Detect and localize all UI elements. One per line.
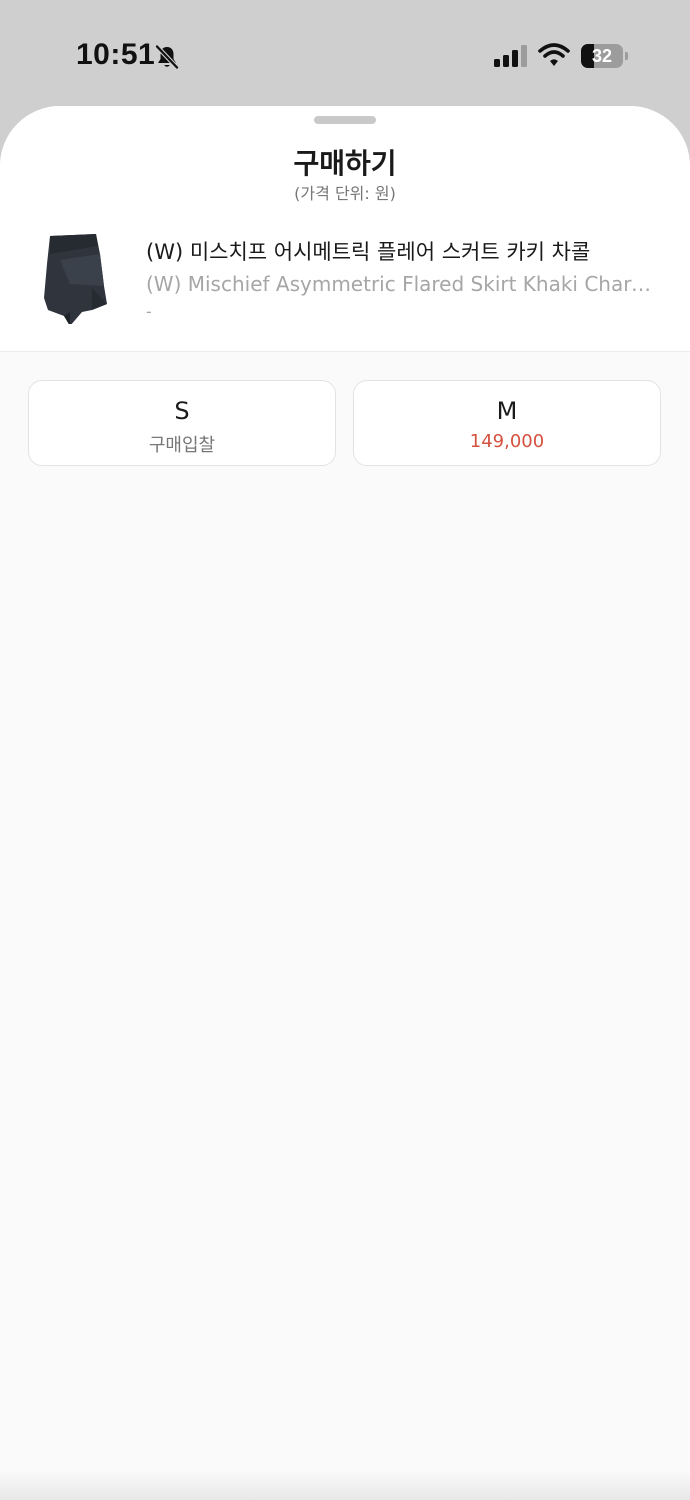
cellular-signal-icon — [494, 45, 527, 67]
product-thumbnail — [44, 234, 107, 324]
bottom-shadow — [0, 1470, 690, 1500]
sheet-header: 구매하기 (가격 단위: 원) (W) 미스치프 어시메트릭 플레어 스커트 카… — [0, 106, 690, 352]
size-label: S — [174, 397, 190, 425]
status-bar: 10:51 32 — [0, 0, 690, 106]
battery-body: 32 — [581, 44, 623, 68]
sheet-title: 구매하기 — [293, 147, 397, 180]
size-price: 149,000 — [469, 431, 545, 452]
size-option-s[interactable]: S 구매입찰 — [28, 380, 336, 466]
size-label: M — [496, 397, 518, 425]
status-time: 10:51 — [76, 38, 156, 71]
price-unit-note: (가격 단위: 원) — [294, 184, 396, 203]
product-name-english: (W) Mischief Asymmetric Flared Skirt Kha… — [146, 272, 658, 296]
battery-percent: 32 — [591, 46, 613, 66]
size-options: S 구매입찰 M 149,000 — [28, 380, 662, 468]
battery-indicator: 32 — [581, 44, 629, 68]
battery-nub — [625, 52, 628, 60]
product-name-korean: (W) 미스치프 어시메트릭 플레어 스커트 카키 차콜 — [146, 240, 591, 264]
sheet-grabber-handle[interactable] — [314, 116, 376, 124]
size-price: 구매입찰 — [148, 435, 216, 456]
bell-off-icon — [155, 44, 179, 70]
product-option-placeholder: - — [146, 302, 152, 321]
size-option-m[interactable]: M 149,000 — [353, 380, 661, 466]
purchase-sheet: 구매하기 (가격 단위: 원) (W) 미스치프 어시메트릭 플레어 스커트 카… — [0, 106, 690, 1500]
wifi-icon — [538, 43, 570, 66]
